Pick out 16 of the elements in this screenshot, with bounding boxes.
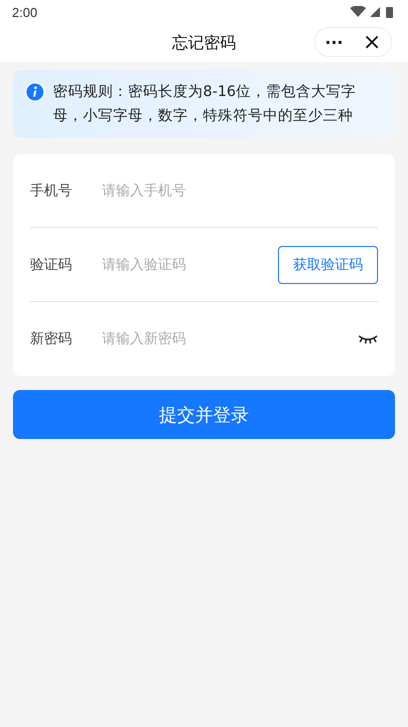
input-field[interactable]: 请输入验证码 — [102, 256, 264, 272]
get-code-button[interactable]: 获取验证码 — [278, 246, 378, 284]
more-button[interactable]: ··· — [315, 28, 353, 56]
info-icon — [25, 82, 45, 102]
field-label: 验证码 — [30, 256, 73, 274]
input-field[interactable]: 请输入新密码 — [102, 331, 344, 347]
input-field[interactable]: 请输入手机号 — [102, 182, 378, 198]
submit-button[interactable]: 提交并登录 — [13, 390, 395, 439]
status-icons — [350, 6, 396, 18]
page-title: 忘记密码 — [172, 32, 236, 54]
close-button[interactable]: × — [353, 28, 391, 56]
closed-eye-icon[interactable] — [358, 334, 378, 344]
password-rule-text: 密码规则：密码长度为8-16位，需包含大写字母，小写字母，数字，特殊符号中的至少三种 — [53, 82, 357, 126]
field-label: 手机号 — [30, 182, 73, 200]
field-label: 新密码 — [30, 330, 73, 348]
status-time: 2:00 — [12, 4, 38, 20]
